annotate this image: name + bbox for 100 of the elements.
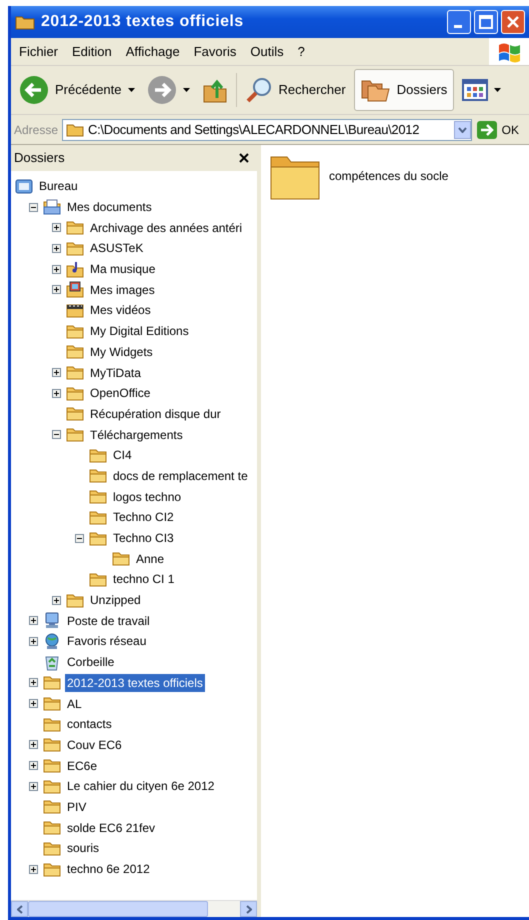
tree-item[interactable]: Le cahier du cityen 6e 2012: [65, 777, 216, 796]
tree-item[interactable]: Ma musique: [88, 260, 158, 278]
expand-toggle[interactable]: [28, 699, 38, 708]
folder-icon: [89, 446, 107, 464]
tree-item[interactable]: contacts: [65, 715, 114, 734]
menu-item[interactable]: Fichier: [13, 40, 64, 64]
dropdown-button[interactable]: [454, 120, 471, 138]
menu-item[interactable]: Edition: [66, 40, 118, 64]
folder-icon: [43, 695, 61, 712]
expand-toggle[interactable]: [28, 864, 38, 874]
folder-icon: [43, 757, 61, 774]
caret-icon: [182, 88, 190, 92]
folder-icon: [15, 14, 35, 30]
folder-icon: [66, 384, 84, 402]
tree-item[interactable]: CI4: [111, 446, 134, 464]
tree-item[interactable]: My Digital Editions: [88, 322, 191, 340]
tree-item[interactable]: 2012-2013 textes officiels: [65, 674, 205, 692]
tree-item[interactable]: AL: [65, 694, 84, 713]
go-button[interactable]: OK: [476, 120, 529, 140]
folder-icon: [66, 122, 84, 136]
tree-item[interactable]: Techno CI2: [111, 508, 176, 526]
tree-item[interactable]: MyTiData: [88, 364, 143, 382]
menu-item[interactable]: Favoris: [188, 40, 242, 64]
tree-item[interactable]: Bureau: [37, 177, 80, 196]
address-label: Adresse: [14, 122, 58, 138]
collapse-toggle[interactable]: [28, 202, 38, 212]
tree-item[interactable]: OpenOffice: [88, 384, 152, 402]
maximize-button[interactable]: [474, 10, 498, 34]
view-grid-icon: [462, 79, 488, 101]
tree-item[interactable]: Archivage des années antéri: [88, 218, 244, 237]
tree-item[interactable]: logos techno: [111, 488, 184, 506]
music-icon: [66, 260, 84, 278]
close-icon[interactable]: [239, 153, 249, 163]
chevron-right-icon: [246, 904, 252, 914]
folder-icon: [43, 778, 61, 795]
tree-item[interactable]: PIV: [65, 798, 88, 816]
folder-icon: [89, 467, 107, 484]
collapse-toggle[interactable]: [74, 534, 84, 543]
expand-toggle[interactable]: [28, 740, 38, 750]
folders-button[interactable]: Dossiers: [354, 69, 454, 111]
tree-item[interactable]: Mes vidéos: [88, 301, 153, 320]
expand-toggle[interactable]: [52, 285, 60, 294]
tree-item[interactable]: Mes documents: [65, 198, 154, 216]
search-button[interactable]: Rechercher: [240, 69, 350, 111]
folder-icon: [66, 364, 84, 382]
minimize-icon: [454, 25, 464, 28]
tree-item[interactable]: Anne: [134, 550, 166, 568]
tree-item[interactable]: Récupération disque dur: [88, 404, 223, 423]
flag-icon: [496, 40, 522, 62]
tree-item[interactable]: My Widgets: [88, 342, 155, 361]
expand-toggle[interactable]: [52, 264, 60, 274]
close-icon: [506, 15, 520, 29]
tree-item[interactable]: Unzipped: [88, 591, 143, 610]
minimize-button[interactable]: [447, 10, 471, 34]
tree-item[interactable]: techno CI 1: [111, 570, 176, 588]
folder-icon: [66, 405, 84, 422]
folder-icon: [43, 819, 61, 836]
folder-icon: [43, 860, 61, 878]
horizontal-scrollbar[interactable]: [11, 900, 257, 917]
expand-toggle[interactable]: [52, 223, 60, 232]
tree-item[interactable]: docs de remplacement te: [111, 466, 250, 485]
expand-toggle[interactable]: [52, 388, 60, 398]
window-title: 2012-2013 textes officiels: [41, 12, 244, 32]
address-field[interactable]: C:\Documents and Settings\ALECARDONNEL\Bureau\2012: [62, 118, 472, 140]
back-button[interactable]: Précédente: [15, 69, 138, 111]
collapse-toggle[interactable]: [52, 430, 60, 440]
close-button[interactable]: [501, 10, 525, 34]
expand-toggle[interactable]: [28, 636, 38, 646]
file-item[interactable]: compétences du socle: [329, 167, 448, 185]
menu-item[interactable]: ?: [292, 40, 311, 64]
expand-toggle[interactable]: [28, 782, 38, 791]
tree-item[interactable]: souris: [65, 839, 102, 858]
tree-item[interactable]: Corbeille: [65, 653, 116, 672]
menu-item[interactable]: Outils: [244, 40, 290, 64]
tree-item[interactable]: Couv EC6: [65, 736, 124, 754]
menu-item[interactable]: Affichage: [120, 40, 186, 64]
folder-icon: [89, 570, 107, 588]
expand-toggle[interactable]: [28, 616, 38, 626]
expand-toggle[interactable]: [28, 678, 38, 688]
chevron-left-icon: [16, 904, 22, 914]
folder-icon: [66, 426, 84, 444]
tree-item[interactable]: Mes images: [88, 280, 157, 299]
tree-item[interactable]: Techno CI3: [111, 529, 176, 548]
tree-item[interactable]: solde EC6 21fev: [65, 818, 158, 837]
network-icon: [43, 632, 61, 650]
expand-toggle[interactable]: [52, 596, 60, 605]
folder-icon: [43, 716, 61, 733]
expand-toggle[interactable]: [52, 368, 60, 378]
tree-item[interactable]: Poste de travail: [65, 612, 152, 630]
expand-toggle[interactable]: [52, 244, 60, 253]
folder-icon: [89, 488, 107, 506]
tree-item[interactable]: techno 6e 2012: [65, 860, 152, 878]
search-icon: [244, 76, 272, 104]
tree-item[interactable]: Favoris réseau: [65, 632, 148, 650]
folder-icon: [112, 550, 130, 568]
tree-item[interactable]: ASUSTeK: [88, 239, 146, 258]
tree-item[interactable]: EC6e: [65, 756, 100, 775]
tree-item[interactable]: Téléchargements: [88, 426, 185, 444]
videos-icon: [66, 302, 84, 319]
expand-toggle[interactable]: [28, 761, 38, 770]
